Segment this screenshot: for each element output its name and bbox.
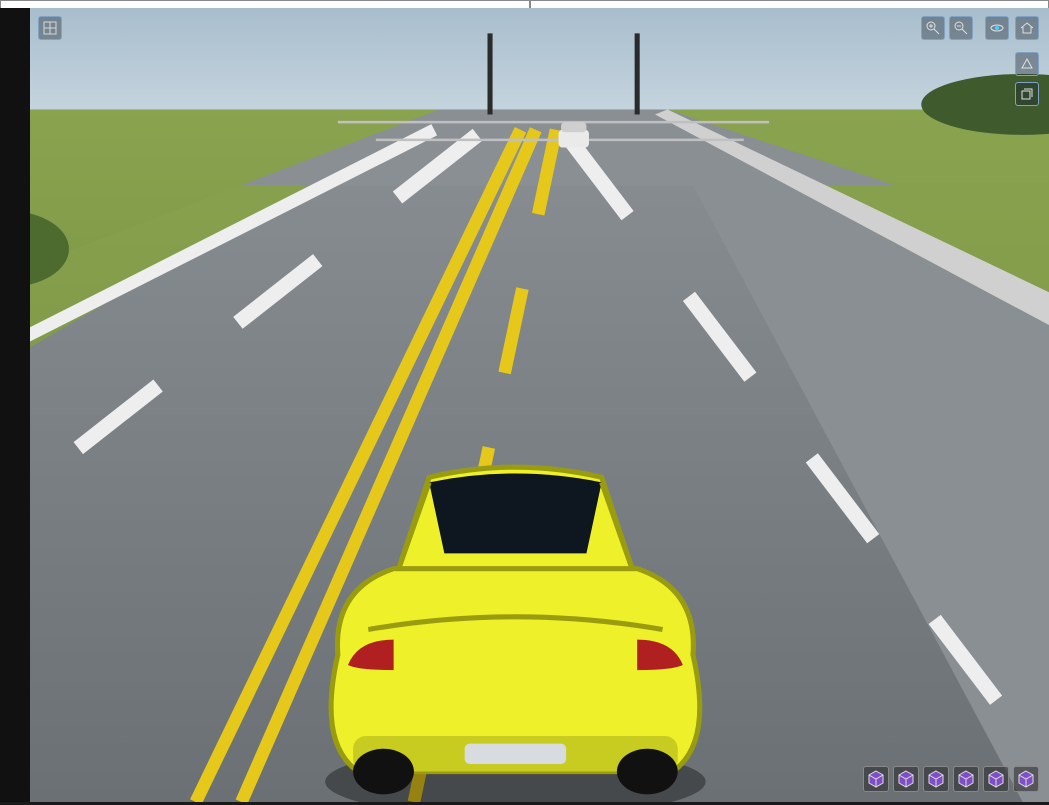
- zoom-in-button[interactable]: [921, 16, 945, 40]
- sim-viewport[interactable]: [30, 8, 1049, 802]
- cube-view-top[interactable]: [953, 766, 979, 792]
- cube-view-front[interactable]: [893, 766, 919, 792]
- cube-view-back[interactable]: [983, 766, 1009, 792]
- zoom-out-button[interactable]: [949, 16, 973, 40]
- cube-view-custom[interactable]: [1013, 766, 1039, 792]
- perspective-button[interactable]: [1015, 52, 1039, 76]
- simulation-3d-window: [0, 0, 1049, 321]
- cube-view-iso[interactable]: [863, 766, 889, 792]
- ortho-button[interactable]: [1015, 82, 1039, 106]
- sim-scene: [30, 8, 1049, 802]
- sim-left-strip: [0, 8, 30, 802]
- grid-toggle-button[interactable]: [38, 16, 62, 40]
- home-button[interactable]: [1015, 16, 1039, 40]
- orbit-button[interactable]: [985, 16, 1009, 40]
- cube-view-side[interactable]: [923, 766, 949, 792]
